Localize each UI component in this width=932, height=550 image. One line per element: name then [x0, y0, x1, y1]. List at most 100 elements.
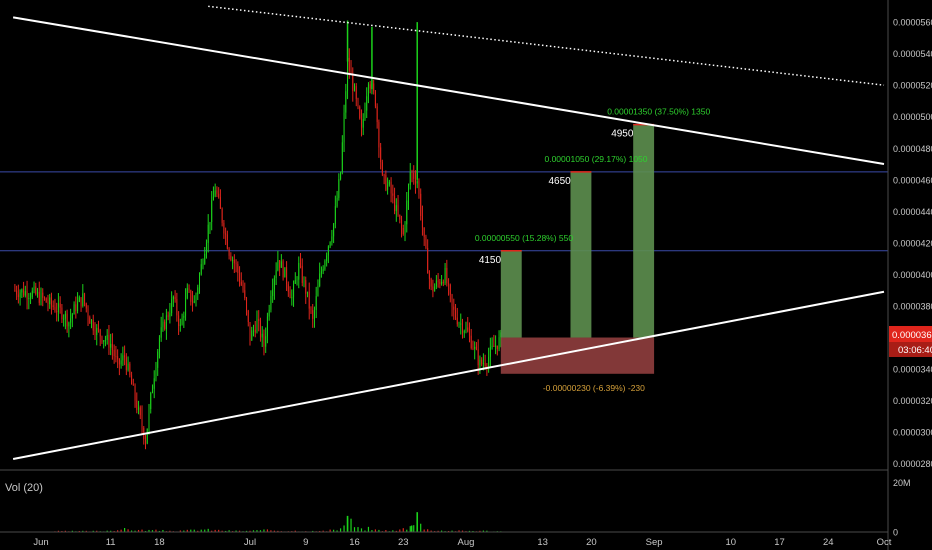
target-price-label: 4650	[548, 176, 571, 187]
candle-body	[394, 195, 396, 212]
candle-body	[451, 294, 453, 307]
price-tick-label: 0.00004000	[893, 270, 932, 280]
candle-body	[479, 359, 481, 366]
candle-body	[322, 269, 324, 272]
price-axis[interactable]: 0.00005600 0.00005400 0.00005200 0.00005000…	[893, 18, 932, 470]
candle-body	[61, 307, 63, 320]
candle-body	[435, 280, 437, 287]
price-tick-label: 0.00005200	[893, 81, 932, 91]
candle-body	[348, 57, 350, 71]
time-tick-label: Oct	[877, 537, 892, 548]
candle-body	[139, 407, 141, 416]
candle-body	[446, 267, 448, 284]
candle-body	[442, 281, 444, 284]
candle-body	[493, 345, 495, 347]
candle-body	[427, 247, 429, 274]
price-tick-label: 0.00005000	[893, 112, 932, 122]
time-tick-label: 17	[774, 537, 785, 548]
candle-body	[197, 287, 199, 295]
price-tick-label: 0.00004600	[893, 175, 932, 185]
candle-body	[472, 348, 474, 350]
candle-body	[364, 110, 366, 120]
candle-body	[64, 313, 66, 319]
candle-body	[293, 283, 295, 298]
price-tick-label: 0.00003200	[893, 396, 932, 406]
candle-body	[73, 304, 75, 315]
candle-body	[200, 264, 202, 275]
candle-body	[441, 281, 443, 285]
candle-body	[388, 181, 390, 185]
candle-body	[169, 313, 171, 317]
candle-body	[432, 286, 434, 292]
candle-body	[153, 378, 155, 389]
candle-body	[185, 298, 187, 316]
candle-body	[104, 339, 106, 341]
candle-body	[54, 307, 56, 312]
volume-title[interactable]: Vol (20)	[5, 482, 43, 494]
candle-body	[414, 178, 416, 184]
candle-body	[19, 292, 21, 297]
candle-body	[268, 309, 270, 317]
candle-body	[118, 358, 120, 365]
candle-body	[66, 313, 68, 327]
candle-body	[160, 327, 162, 338]
candle-body	[327, 246, 329, 256]
time-tick-label: 23	[398, 537, 409, 548]
price-tick-label: 0.00003400	[893, 365, 932, 375]
countdown-badge: 03:06:40	[889, 342, 932, 357]
candle-body	[127, 363, 129, 370]
candle-body	[465, 327, 467, 332]
candle-body	[425, 236, 427, 248]
candle-body	[164, 321, 166, 330]
candle-body	[266, 316, 268, 337]
candle-body	[462, 323, 463, 333]
candle-body	[63, 318, 65, 320]
target-annotation: 0.00001050 (29.17%) 1050	[544, 154, 647, 164]
candle-body	[352, 74, 354, 91]
candle-body	[97, 327, 99, 330]
candle-body	[28, 297, 30, 299]
candle-body	[286, 267, 288, 285]
candle-body	[226, 234, 228, 249]
candle-body	[261, 333, 263, 338]
candle-body	[329, 241, 331, 247]
candle-body	[495, 345, 497, 347]
candle-body	[23, 289, 25, 296]
candle-body	[43, 297, 45, 299]
candle-body	[298, 262, 300, 280]
candle-body	[484, 363, 486, 366]
candle-body	[225, 233, 227, 235]
candle-body	[254, 329, 256, 333]
target-box	[570, 171, 592, 338]
candle-body	[125, 357, 127, 370]
candle-body	[345, 91, 347, 113]
candle-body	[449, 284, 451, 295]
candle-body	[117, 356, 119, 359]
candle-body	[387, 184, 389, 190]
countdown-label: 03:06:40	[898, 345, 932, 356]
candle-body	[228, 248, 230, 256]
volume-bar	[416, 512, 419, 532]
candle-body	[319, 273, 321, 286]
chart-background	[0, 0, 932, 550]
candle-body	[232, 259, 234, 261]
candle-body	[141, 415, 143, 428]
candle-body	[40, 292, 42, 303]
candle-body	[146, 428, 148, 444]
candle-body	[324, 261, 326, 270]
candle-body	[249, 322, 251, 341]
price-tick-label: 0.00003000	[893, 428, 932, 438]
candle-body	[219, 197, 221, 209]
candle-body	[308, 291, 310, 309]
candle-body	[179, 324, 181, 326]
candle-body	[343, 112, 345, 143]
candle-body	[458, 323, 460, 325]
candle-body	[251, 330, 253, 341]
candle-body	[49, 297, 51, 305]
volume-bar	[357, 527, 359, 532]
price-tick-label: 0.00004800	[893, 144, 932, 154]
candle-body	[193, 301, 195, 303]
candle-body	[313, 309, 315, 319]
candle-body	[306, 291, 308, 294]
candle-body	[289, 291, 291, 298]
